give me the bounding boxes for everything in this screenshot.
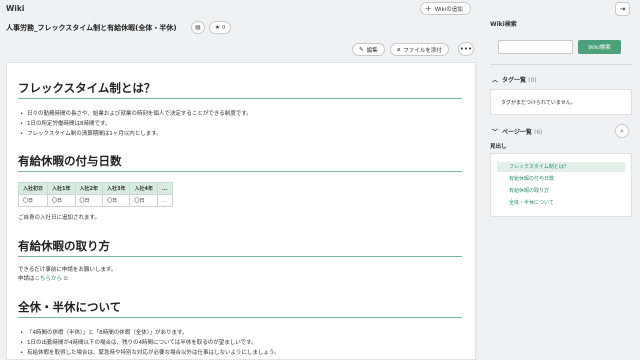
page-count: (6) xyxy=(534,129,543,136)
table-header: 入社4年 xyxy=(129,182,158,195)
page-list-item[interactable]: 有給休暇の付与日数 xyxy=(497,174,625,184)
note-text: ご自身の入社日に追加されます。 xyxy=(18,215,100,221)
chevron-down-icon: ﹀ xyxy=(492,129,499,136)
bullet-list: 日々の勤務時間の長さや、始業および就業の時刻を個人で決定することができる制度です… xyxy=(18,109,252,139)
page-title: 人事労務_フレックスタイム制と有給休暇(全体・半休) xyxy=(6,24,177,32)
list-item: 有給休暇を取得した場合は、緊急時や特別な対応が必要な場合以外は仕事はしないように… xyxy=(18,348,280,358)
top-bar: Wiki + Wikiの追加 ⇥ xyxy=(0,0,640,18)
add-wiki-button[interactable]: + Wikiの追加 xyxy=(420,2,471,15)
table-header: 入社初日 xyxy=(17,182,49,195)
pencil-icon: ✎ xyxy=(359,46,364,53)
list-item: フレックスタイム制の清算期間は1ヶ月以内とします。 xyxy=(18,129,252,139)
tag-count: (0) xyxy=(528,77,537,84)
chevron-up-icon: ︿ xyxy=(492,77,499,84)
list-item: 日々の勤務時間の長さや、始業および就業の時刻を個人で決定することができる制度です… xyxy=(18,109,252,119)
external-link-icon: ⧉ xyxy=(63,276,68,282)
document-icon: ▤ xyxy=(195,24,201,31)
collapse-sidebar-button[interactable]: ⇥ xyxy=(615,2,630,16)
tag-list-panel: タグがまだつけられていません。 xyxy=(490,89,632,115)
section-heading: 全休・半休について xyxy=(18,300,122,314)
page-search-button[interactable]: ⌕ xyxy=(615,124,629,138)
section-heading: フレックスタイム制とは？ xyxy=(18,81,156,95)
apply-line: 申請はこちらから ⧉ xyxy=(18,275,68,284)
table-cell: 〇日 xyxy=(101,194,131,207)
heading-rule xyxy=(18,317,462,318)
apply-link[interactable]: こちらから xyxy=(35,276,63,282)
page-list-title: ページ一覧 xyxy=(502,129,532,136)
page-list-item[interactable]: フレックスタイム制とは？ xyxy=(497,162,625,172)
bullet-list: 「4時間の休暇（半休）」と「8時間の休暇（全休）」があります。 1日の出勤時間が… xyxy=(18,328,280,358)
page-list-subheading: 見出し xyxy=(490,144,507,150)
table-cell: .. xyxy=(156,194,173,207)
section-heading: 有給休暇の取り方 xyxy=(18,239,110,253)
table-header: 入社3年 xyxy=(101,182,131,195)
copy-link-button[interactable]: ▤ xyxy=(191,21,205,34)
page-list-item[interactable]: 有給休暇の取り方 xyxy=(497,186,625,196)
add-wiki-label: Wikiの追加 xyxy=(434,6,463,13)
star-icon: ★ xyxy=(214,24,221,31)
attach-file-button[interactable]: ⌀ ファイルを添付 xyxy=(390,43,449,56)
sidebar-divider xyxy=(490,64,632,65)
table-header: 入社2年 xyxy=(74,182,103,195)
section-heading: 有給休暇の付与日数 xyxy=(18,154,122,168)
page-list-item[interactable]: 全体・半休について xyxy=(497,198,625,208)
more-options-button[interactable]: ••• xyxy=(458,42,474,56)
arrow-right-bar-icon: ⇥ xyxy=(619,5,626,13)
page-list-toggle[interactable]: ﹀ ページ一覧 (6) xyxy=(492,127,543,136)
paragraph: できるだけ事前に申請をお願いします。 xyxy=(18,267,117,273)
wiki-search-button[interactable]: Wiki検索 xyxy=(578,40,621,54)
tag-empty-text: タグがまだつけられていません。 xyxy=(501,100,576,106)
table-header: 入社1年 xyxy=(47,182,76,195)
table-header-row: 入社初日 入社1年 入社2年 入社3年 入社4年 ... xyxy=(17,182,173,195)
list-item: 「4時間の休暇（半休）」と「8時間の休暇（全休）」があります。 xyxy=(18,328,280,338)
edit-button[interactable]: ✎ 編集 xyxy=(352,43,385,56)
table-header: ... xyxy=(156,182,173,195)
tag-list-toggle[interactable]: ︿ タグ一覧 (0) xyxy=(492,75,537,84)
wiki-content: フレックスタイム制とは？ 日々の勤務時間の長さや、始業および就業の時刻を個人で決… xyxy=(6,62,476,360)
plus-icon: + xyxy=(425,3,432,13)
app-title: Wiki xyxy=(6,4,25,13)
leave-days-table: 入社初日 入社1年 入社2年 入社3年 入社4年 ... 〇日 〇日 〇日 〇日… xyxy=(17,182,173,207)
apply-prefix: 申請は xyxy=(18,276,35,282)
heading-rule xyxy=(18,171,462,172)
star-count: 0 xyxy=(222,24,226,31)
table-cell: 〇日 xyxy=(129,194,158,207)
star-button[interactable]: ★ 0 xyxy=(209,21,231,34)
heading-rule xyxy=(18,256,462,257)
tag-list-title: タグ一覧 xyxy=(502,77,527,84)
list-item: 1日の所定労働時間は8時間です。 xyxy=(18,119,252,129)
heading-rule xyxy=(18,98,462,99)
wiki-search-heading: Wiki検索 xyxy=(490,21,517,28)
wiki-search-input[interactable] xyxy=(498,40,573,54)
table-cell: 〇日 xyxy=(47,194,76,207)
list-item: 1日の出勤時間が4時間以下の場合は、残りの4時間については半休を取るのが望ましい… xyxy=(18,338,280,348)
search-icon: ⌕ xyxy=(620,126,624,135)
table-row: 〇日 〇日 〇日 〇日 〇日 .. xyxy=(17,194,173,207)
paperclip-icon: ⌀ xyxy=(397,46,401,53)
table-cell: 〇日 xyxy=(17,194,49,207)
edit-label: 編集 xyxy=(366,47,378,54)
attach-label: ファイルを添付 xyxy=(403,47,442,54)
page-list-panel: フレックスタイム制とは？ 有給休暇の付与日数 有給休暇の取り方 全体・半休につい… xyxy=(490,153,632,217)
ellipsis-icon: ••• xyxy=(459,45,473,53)
table-cell: 〇日 xyxy=(74,194,103,207)
